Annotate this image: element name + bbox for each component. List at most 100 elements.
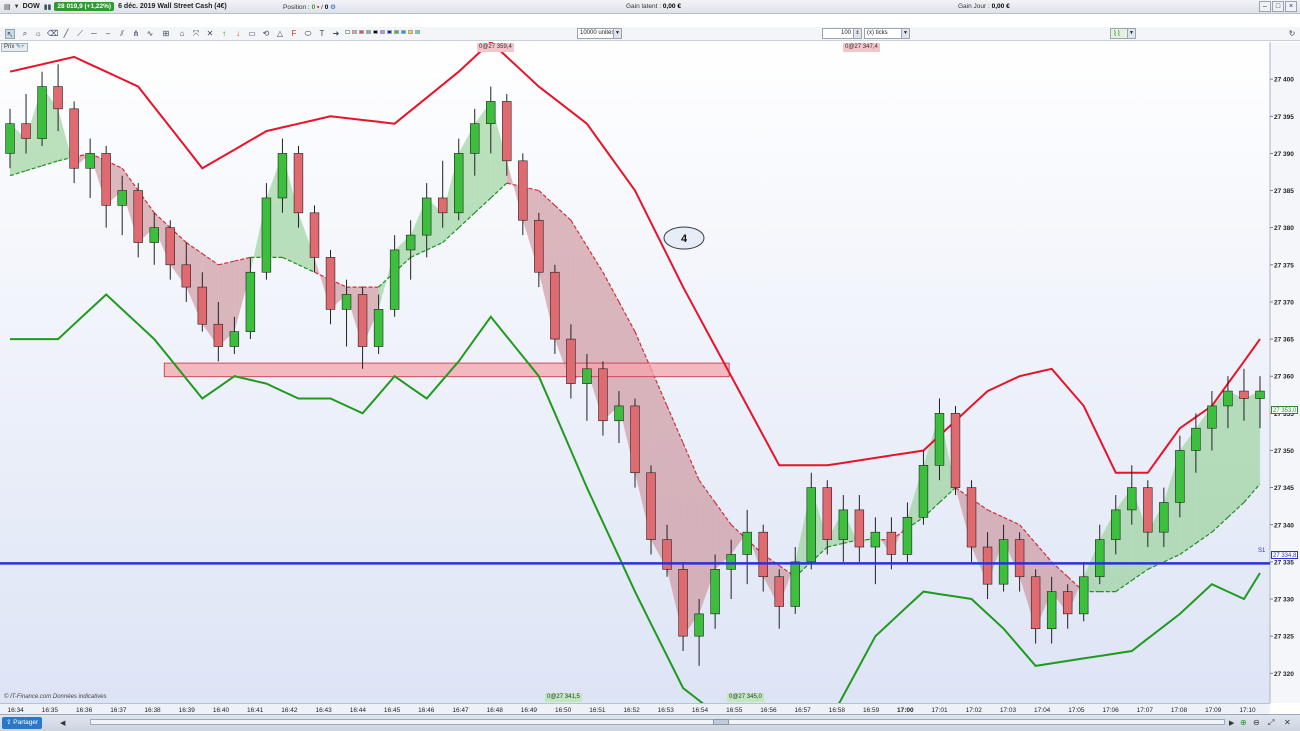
- bull-candle: [261, 197, 272, 273]
- y-tick-label: 27 400: [1274, 77, 1294, 84]
- drawing-toolbar: ↖ ⌕ ☼ ⌫ ╱ ⟋ ─ ‒ ⫽ ⋔ ∿ ⊞ ⌂ ⤧ ✕ ↑ ↓ ▭ ⟲ △ …: [0, 27, 1300, 41]
- bear-candle: [678, 569, 688, 637]
- minimize-button[interactable]: –: [1259, 1, 1271, 12]
- maximize-button[interactable]: □: [1272, 1, 1284, 12]
- arrow-down-tool-icon[interactable]: ↓: [233, 29, 243, 39]
- share-button[interactable]: ⇪ Partager: [2, 717, 43, 729]
- color-swatch[interactable]: [380, 30, 385, 34]
- quantity-select[interactable]: 10000 unités ▼: [577, 28, 622, 39]
- price-chart[interactable]: 27 400 27 395 27 390 27 385 27 380 27 375 27 3…: [0, 42, 1300, 703]
- wave-tool-icon[interactable]: ∿: [145, 29, 155, 39]
- right-arrow-tool-icon[interactable]: ➜: [331, 29, 341, 39]
- close-button[interactable]: ×: [1285, 1, 1297, 12]
- color-swatch[interactable]: [373, 30, 378, 34]
- order-marker[interactable]: 0@27 347,4: [843, 43, 880, 52]
- bear-candle: [662, 539, 672, 570]
- pitchfork-tool-icon[interactable]: ⋔: [131, 29, 141, 39]
- bear-candle: [181, 264, 191, 288]
- instrument-name[interactable]: DOW: [23, 3, 40, 10]
- price-tab[interactable]: Prix ✎+: [1, 43, 28, 52]
- bear-candle: [325, 257, 336, 310]
- zoom-out-icon[interactable]: ⊖: [1253, 718, 1260, 727]
- color-swatch[interactable]: [359, 30, 364, 34]
- color-swatch[interactable]: [394, 30, 399, 34]
- triangle-tool-icon[interactable]: △: [275, 29, 285, 39]
- eraser-tool-icon[interactable]: ⌫: [47, 29, 58, 39]
- trading-window: ▤ ▼ DOW ▮▮ 28 019,9 (+1,22%) 6 déc. 2019…: [0, 0, 1300, 731]
- ticks-input[interactable]: 100 ⇕: [822, 28, 862, 39]
- fit-icon[interactable]: ⤢: [1268, 718, 1274, 728]
- bear-candle: [566, 338, 576, 384]
- x-tick-label: 16:53: [658, 707, 675, 714]
- bull-candle: [694, 613, 704, 637]
- line-tool-icon[interactable]: ╱: [61, 29, 71, 39]
- bear-candle: [1030, 576, 1041, 630]
- scroll-left-icon[interactable]: ◀: [60, 719, 65, 727]
- color-swatch[interactable]: [387, 30, 392, 34]
- bull-candle: [998, 539, 1009, 585]
- color-swatch[interactable]: [352, 30, 357, 34]
- chevron-down-icon[interactable]: ▼: [14, 4, 20, 10]
- color-swatch[interactable]: [366, 30, 371, 34]
- bull-candle: [726, 554, 736, 570]
- color-swatch[interactable]: [408, 30, 413, 34]
- color-swatch[interactable]: [345, 30, 350, 34]
- rectangle-tool-icon[interactable]: ▭: [247, 29, 257, 39]
- color-swatch[interactable]: [415, 30, 420, 34]
- order-marker[interactable]: 0@27 359,4: [477, 43, 514, 52]
- x-tick-label: 16:59: [863, 707, 880, 714]
- ellipse-tool-icon[interactable]: ⬭: [303, 29, 313, 39]
- x-tick-label: 17:00: [897, 707, 914, 714]
- cross-tool-icon[interactable]: ✕: [205, 29, 215, 39]
- tools-icon[interactable]: ✕: [1284, 718, 1291, 727]
- bull-candle: [934, 413, 945, 466]
- bull-candle: [1127, 487, 1137, 511]
- scrollbar-thumb[interactable]: [713, 719, 729, 725]
- chart-icon[interactable]: ▤: [4, 3, 11, 11]
- fib-tool-icon[interactable]: ⤧: [191, 29, 201, 39]
- y-tick-label: 27 340: [1274, 522, 1294, 529]
- scroll-right-icon[interactable]: ▶: [1229, 719, 1234, 727]
- y-tick-label: 27 365: [1274, 337, 1294, 344]
- bull-candle: [454, 153, 464, 214]
- x-tick-label: 16:47: [452, 707, 469, 714]
- annotation-label: 4: [681, 233, 688, 245]
- time-scrollbar[interactable]: [90, 719, 1225, 725]
- settings-icon: ⚙: [330, 4, 336, 11]
- pause-icon[interactable]: ▮▮: [44, 3, 52, 11]
- indicator-chart-button[interactable]: ⌇⌇ ▼: [1110, 28, 1136, 39]
- hline-tool-icon[interactable]: ─: [89, 29, 99, 39]
- x-tick-label: 16:35: [42, 707, 59, 714]
- bear-candle: [982, 546, 993, 585]
- dash-tool-icon[interactable]: ‒: [103, 29, 113, 39]
- copyright-text: © IT-Finance.com Données indicatives: [4, 694, 107, 700]
- x-tick-label: 16:44: [350, 707, 367, 714]
- text-tool-icon[interactable]: T: [317, 29, 327, 39]
- tag-tool-icon[interactable]: ⌂: [177, 29, 187, 39]
- refresh-icon[interactable]: ↻: [1287, 29, 1297, 39]
- rotate-rect-tool-icon[interactable]: ⟲: [261, 29, 271, 39]
- channel-tool-icon[interactable]: ⫽: [117, 29, 127, 39]
- zoom-tool-icon[interactable]: ⌕: [20, 29, 30, 39]
- zoom-in-icon[interactable]: ⊕: [1240, 718, 1247, 727]
- fibonacci-tool-icon[interactable]: F: [289, 29, 299, 39]
- bull-candle: [1223, 390, 1233, 407]
- color-swatch[interactable]: [401, 30, 406, 34]
- share-icon: ⇪: [6, 719, 12, 726]
- bear-candle: [534, 219, 544, 273]
- gann-tool-icon[interactable]: ⊞: [161, 29, 171, 39]
- arrow-up-tool-icon[interactable]: ↑: [219, 29, 229, 39]
- ticks-unit-select[interactable]: (x) ticks ▼: [864, 28, 910, 39]
- x-tick-label: 16:56: [760, 707, 777, 714]
- bear-candle: [165, 227, 175, 266]
- order-marker[interactable]: 0@27 341,5: [545, 693, 582, 702]
- bear-candle: [966, 487, 977, 548]
- x-tick-label: 16:46: [418, 707, 435, 714]
- cursor-tool-icon[interactable]: ↖: [5, 29, 15, 39]
- ray-tool-icon[interactable]: ⟋: [75, 29, 85, 39]
- order-marker[interactable]: 0@27 345,0: [727, 693, 764, 702]
- x-tick-label: 16:48: [487, 707, 504, 714]
- time-axis[interactable]: 16:34 16:35 16:36 16:37 16:38 16:39 16:40 16:41…: [0, 703, 1270, 714]
- sun-tool-icon[interactable]: ☼: [33, 29, 43, 39]
- cloud-segment: [1243, 391, 1260, 503]
